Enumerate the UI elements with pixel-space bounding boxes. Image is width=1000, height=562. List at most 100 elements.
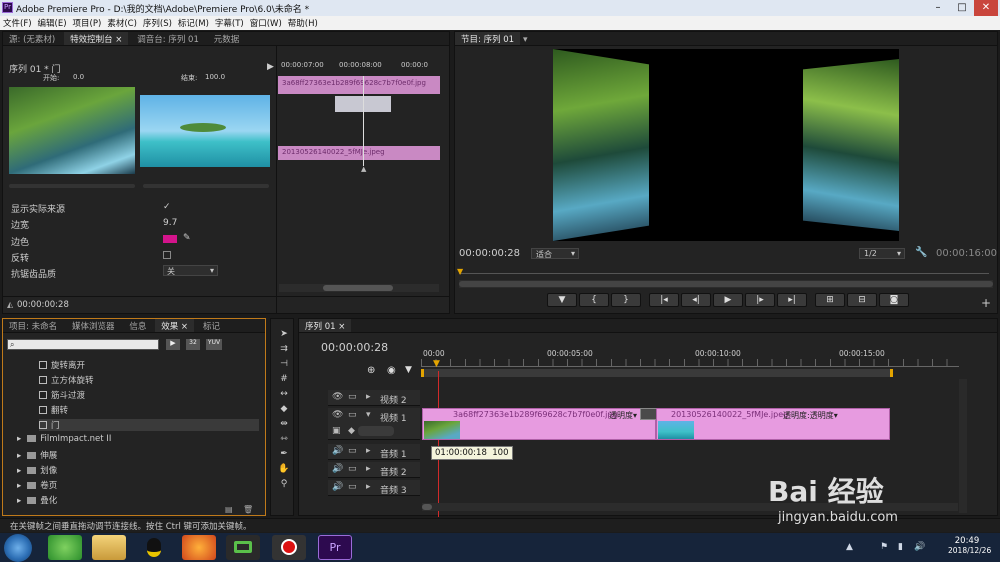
timeline-clip-a[interactable]: 3a68ff27363e1b289f69628c7b7f0e0f.jpg 透明度… (422, 408, 656, 440)
track-header-a2[interactable]: 🔊 ▭ ▸ 音频 2 (328, 462, 420, 478)
premiere-taskbar-icon[interactable]: Pr (318, 535, 352, 560)
track-header-a3[interactable]: 🔊 ▭ ▸ 音频 3 (328, 480, 420, 496)
camtasia-icon[interactable] (226, 535, 260, 560)
thumb-b-slider[interactable] (143, 184, 269, 188)
menu-marker[interactable]: 标记(M) (175, 16, 212, 30)
eyedropper-icon[interactable]: ✎ (183, 233, 191, 243)
chevron-down-icon[interactable]: ▾ (523, 35, 528, 45)
ec-clip-a[interactable]: 3a68ff27363e1b289f69628c7b7f0e0f.jpg (278, 76, 440, 94)
slip-tool-icon[interactable]: ⇹ (278, 418, 290, 430)
end-value[interactable]: 100.0 (205, 73, 225, 81)
thumb-a-slider[interactable] (9, 184, 135, 188)
quality-dropdown[interactable]: 1/2 ▾ (859, 248, 905, 259)
keyframe-nav-control[interactable] (358, 426, 394, 436)
tab-media-browser[interactable]: 媒体浏览器 (66, 319, 121, 332)
timeline-playhead-line[interactable] (438, 371, 439, 517)
step-forward-button[interactable]: |▸ (745, 293, 775, 307)
effect-item[interactable]: 立方体旋转 (39, 374, 94, 386)
effect-item[interactable]: 筋斗过渡 (39, 389, 85, 401)
effect-item-selected[interactable]: 门 (39, 419, 259, 431)
recorder-icon[interactable] (272, 535, 306, 560)
program-scrollbar[interactable] (459, 280, 993, 288)
expand-arrow-icon[interactable]: ▸ (366, 392, 371, 402)
wrench-icon[interactable]: 🔧 (915, 247, 927, 258)
timeline-timecode[interactable]: 00:00:00:28 (321, 341, 388, 354)
timeline-ruler[interactable] (421, 359, 959, 367)
mark-out-button[interactable]: } (611, 293, 641, 307)
ec-playhead[interactable] (363, 76, 364, 166)
expand-arrow-icon[interactable]: ▸ (366, 446, 371, 456)
firefox-icon[interactable] (182, 535, 216, 560)
volume-icon[interactable]: 🔊 (914, 542, 925, 552)
menu-edit[interactable]: 编辑(E) (35, 16, 70, 30)
track-header-v1[interactable]: 👁 ▭ ▾ 视频 1 ▣ ◆ (328, 408, 420, 440)
rate-stretch-tool-icon[interactable]: ↔ (278, 388, 290, 400)
tray-flag-icon[interactable]: ⚑ (880, 542, 888, 552)
lock-icon[interactable]: ▭ (348, 410, 357, 420)
lift-button[interactable]: ⊞ (815, 293, 845, 307)
menu-clip[interactable]: 素材(C) (104, 16, 140, 30)
folder-item[interactable]: ▸ 伸展 (17, 449, 57, 461)
browser-360-icon[interactable] (48, 535, 82, 560)
work-area-bar[interactable] (421, 369, 893, 377)
folder-item[interactable]: ▸ 叠化 (17, 494, 57, 506)
clock[interactable]: 20:49 2018/12/26 (948, 536, 991, 555)
lock-icon[interactable]: ▭ (348, 482, 357, 492)
play-button[interactable]: ▶ (713, 293, 743, 307)
effect-item[interactable]: 旋转离开 (39, 359, 85, 371)
clip-a-opacity-menu[interactable]: 透明度▾ (609, 410, 637, 421)
folder-item[interactable]: ▸ 划像 (17, 464, 57, 476)
tab-metadata[interactable]: 元数据 (208, 32, 246, 45)
step-back-button[interactable]: ◂| (681, 293, 711, 307)
border-color-swatch[interactable] (163, 235, 177, 243)
tab-audio-mixer[interactable]: 调音台: 序列 01 (131, 32, 205, 45)
ripple-edit-tool-icon[interactable]: ⊣ (278, 358, 290, 370)
play-only-transition-icon[interactable]: ▶ (267, 62, 274, 72)
delete-icon[interactable]: 🗑 (243, 505, 253, 514)
prop-show-source-checkbox[interactable]: ✓ (163, 202, 171, 212)
timeline-vscrollbar[interactable] (959, 379, 967, 513)
tab-effects[interactable]: 效果 × (155, 319, 195, 332)
pen-tool-icon[interactable]: ✒ (278, 448, 290, 460)
maximize-button[interactable]: □ (950, 0, 974, 16)
selection-tool-icon[interactable]: ➤ (278, 328, 290, 340)
antialias-dropdown[interactable]: 关 ▾ (163, 265, 218, 276)
lock-icon[interactable]: ▭ (348, 464, 357, 474)
track-header-v2[interactable]: 👁 ▭ ▸ 视频 2 (328, 390, 420, 406)
menu-sequence[interactable]: 序列(S) (140, 16, 175, 30)
tab-effect-controls[interactable]: 特效控制台 × (64, 32, 129, 45)
new-bin-icon[interactable]: ▤ (225, 505, 233, 514)
clip-b-opacity-menu[interactable]: 透明度:透明度▾ (783, 410, 838, 421)
ec-current-timecode[interactable]: 00:00:00:28 (17, 300, 69, 310)
hand-tool-icon[interactable]: ✋ (278, 463, 290, 475)
expand-arrow-icon[interactable]: ▸ (366, 482, 371, 492)
reverse-checkbox[interactable] (163, 251, 171, 259)
menu-file[interactable]: 文件(F) (0, 16, 35, 30)
track-select-tool-icon[interactable]: ⇉ (278, 343, 290, 355)
add-marker-button[interactable]: ▼ (547, 293, 577, 307)
speaker-icon[interactable]: 🔊 (332, 446, 343, 456)
playhead-marker-icon[interactable]: ▼ (457, 267, 463, 276)
ec-scrollbar[interactable] (279, 284, 439, 292)
menu-title[interactable]: 字幕(T) (212, 16, 247, 30)
start-button[interactable] (4, 534, 32, 562)
zoom-tool-icon[interactable]: ⚲ (278, 478, 290, 490)
tab-sequence[interactable]: 序列 01 × (299, 319, 352, 332)
marker-icon[interactable]: ▼ (405, 365, 412, 375)
effects-search-input[interactable]: ⌕ (7, 339, 159, 350)
lock-icon[interactable]: ▭ (348, 392, 357, 402)
ec-clip-b[interactable]: 20130526140022_5fMJe.jpeg (278, 146, 440, 160)
keyframe-icon[interactable]: ◆ (348, 426, 355, 436)
track-header-a1[interactable]: 🔊 ▭ ▸ 音频 1 (328, 444, 420, 460)
timeline-clip-b[interactable]: 20130526140022_5fMJe.jpeg 透明度:透明度▾ (656, 408, 890, 440)
tray-arrow-icon[interactable]: ▲ (846, 542, 853, 552)
minimize-button[interactable]: – (926, 0, 950, 16)
prop-border-width-value[interactable]: 9.7 (163, 218, 177, 228)
close-button[interactable]: ✕ (974, 0, 998, 16)
extract-button[interactable]: ⊟ (847, 293, 877, 307)
network-icon[interactable]: ▮ (898, 542, 903, 552)
go-to-in-button[interactable]: |◂ (649, 293, 679, 307)
32bit-badge[interactable]: 32 (186, 339, 200, 350)
tab-info[interactable]: 信息 (123, 319, 152, 332)
tab-markers[interactable]: 标记 (197, 319, 226, 332)
